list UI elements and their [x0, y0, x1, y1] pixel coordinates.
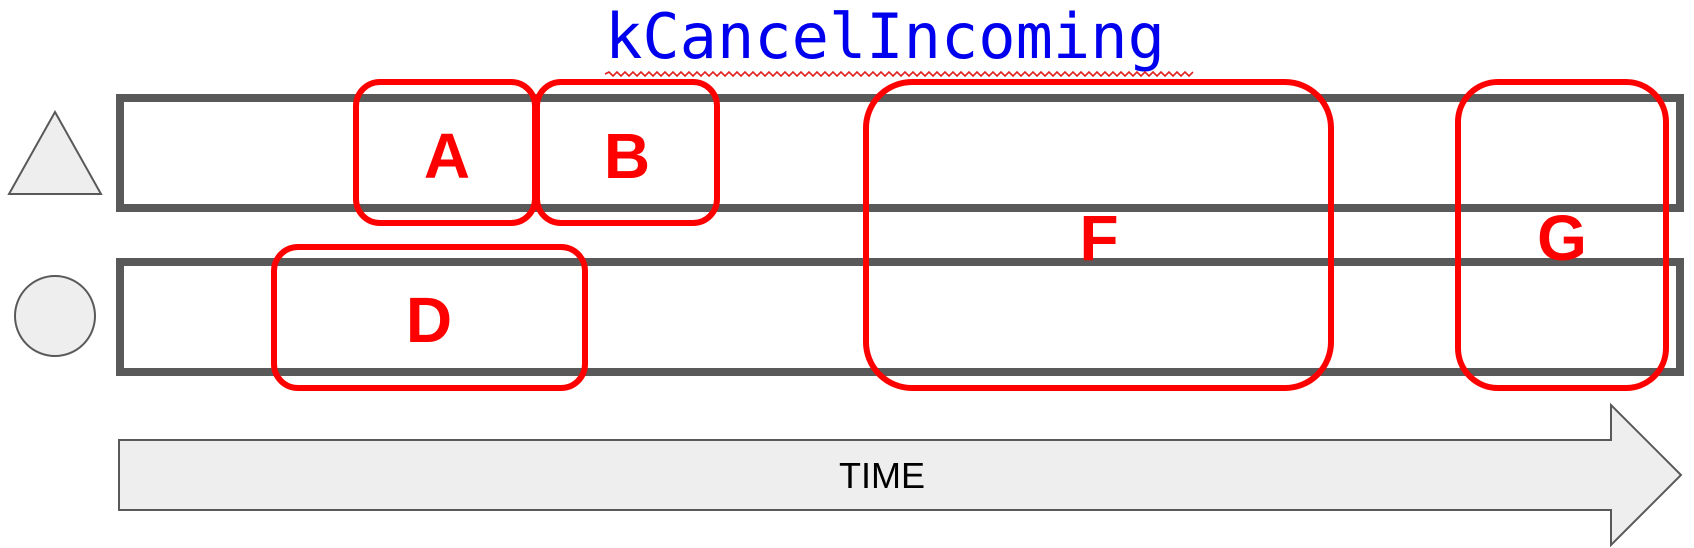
triangle-icon	[7, 109, 103, 195]
region-label-f: F	[1079, 202, 1118, 274]
region-label-b: B	[604, 120, 650, 192]
circle-icon	[14, 275, 96, 357]
diagram-canvas: kCancelIncoming A B D F G TIME	[7, 0, 1684, 548]
region-label-g: G	[1537, 202, 1587, 274]
time-label: TIME	[839, 455, 925, 496]
region-label-d: D	[406, 284, 452, 356]
region-label-a: A	[424, 120, 470, 192]
diagram-title: kCancelIncoming	[605, 0, 1165, 73]
track-circle	[116, 258, 1684, 376]
